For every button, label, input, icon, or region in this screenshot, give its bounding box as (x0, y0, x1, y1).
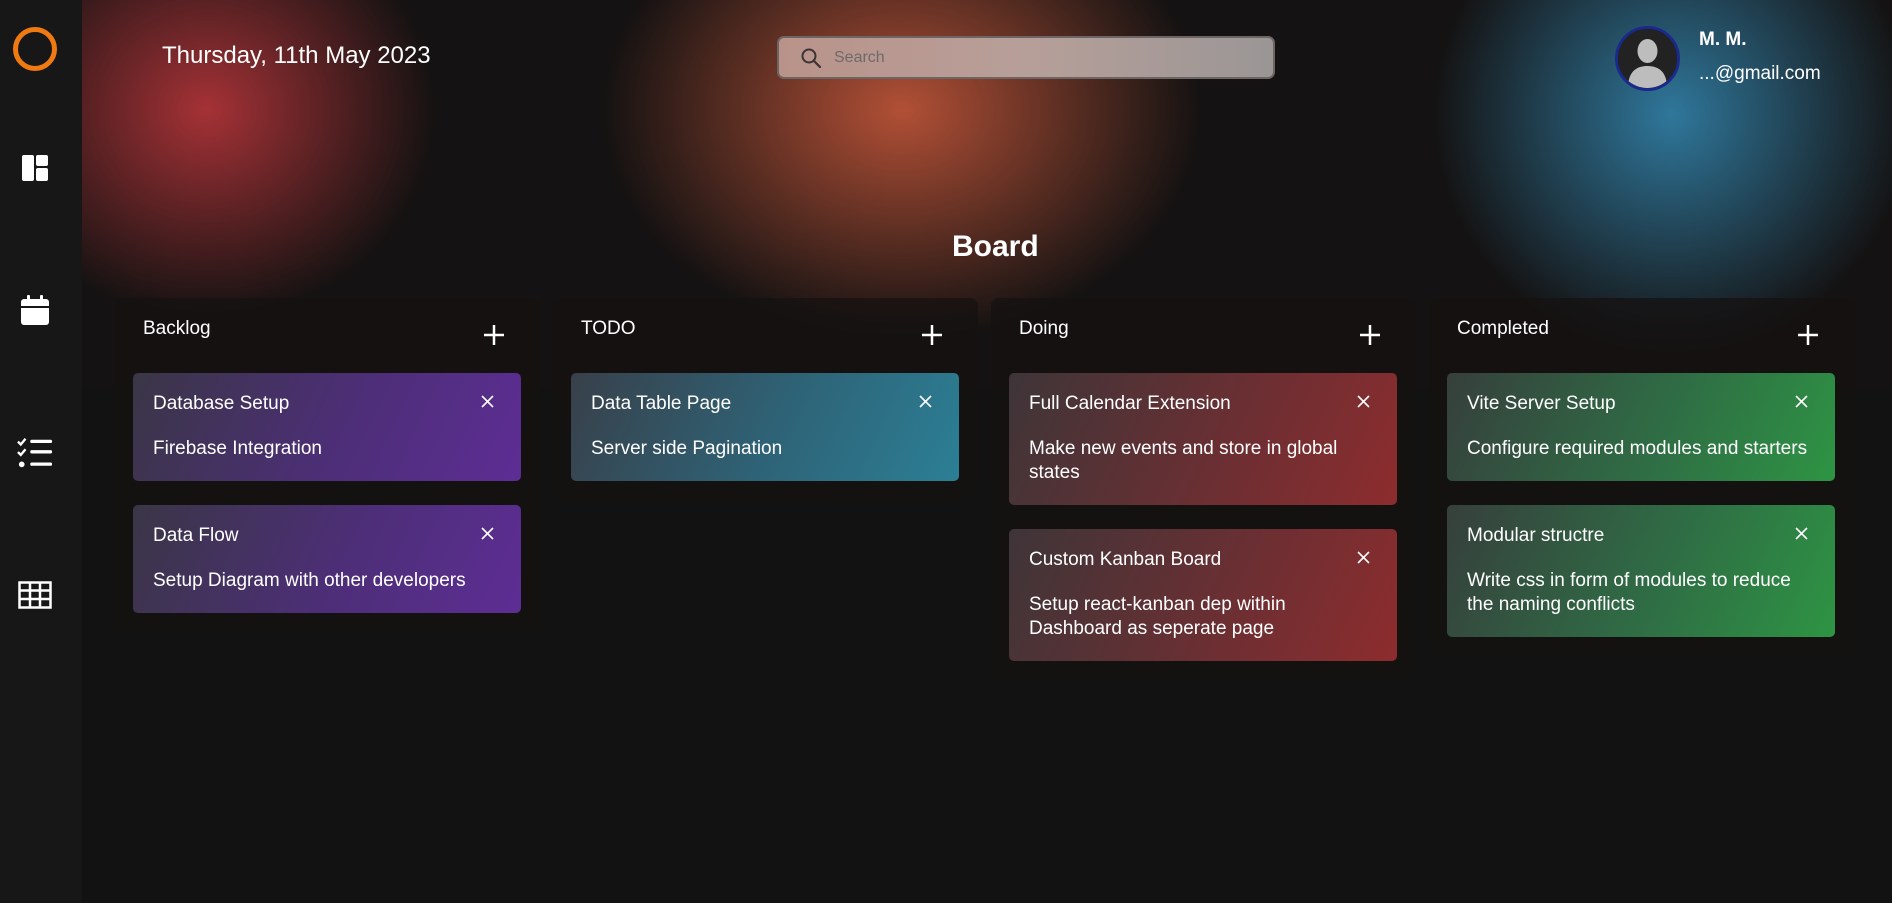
card-description: Setup react-kanban dep within Dashboard … (1029, 594, 1286, 639)
add-card-button[interactable] (1355, 320, 1385, 350)
column-backlog: Backlog Database Setup Firebase Integrat… (115, 298, 540, 631)
add-card-button[interactable] (1793, 320, 1823, 350)
card-title: Data Table Page (591, 393, 732, 414)
dashboard-icon[interactable] (17, 150, 53, 186)
kanban-card[interactable]: Database Setup Firebase Integration (133, 373, 521, 481)
kanban-card[interactable]: Custom Kanban Board Setup react-kanban d… (1009, 529, 1397, 661)
search-input[interactable] (834, 48, 1254, 67)
kanban-card[interactable]: Full Calendar Extension Make new events … (1009, 373, 1397, 505)
user-email: ...@gmail.com (1699, 63, 1821, 84)
card-title: Modular structre (1467, 525, 1605, 546)
sidebar (0, 0, 82, 903)
column-completed: Completed Vite Server Setup Configure re… (1429, 298, 1854, 655)
search-icon (800, 47, 822, 69)
plus-icon (1360, 325, 1380, 345)
plus-icon (922, 325, 942, 345)
add-card-button[interactable] (917, 320, 947, 350)
page-title: Board (952, 230, 1039, 263)
column-todo: TODO Data Table Page Server side Paginat… (553, 298, 978, 499)
column-title: Doing (1019, 318, 1069, 339)
card-description: Make new events and store in global stat… (1029, 438, 1338, 483)
table-grid-icon[interactable] (17, 577, 53, 613)
card-description: Firebase Integration (153, 438, 322, 459)
logo-ring-icon[interactable] (13, 27, 57, 71)
column-title: TODO (581, 318, 636, 339)
card-title: Database Setup (153, 393, 290, 414)
card-description: Server side Pagination (591, 438, 783, 459)
close-icon[interactable] (917, 393, 933, 409)
column-doing: Doing Full Calendar Extension Make new e… (991, 298, 1416, 679)
kanban-card[interactable]: Data Flow Setup Diagram with other devel… (133, 505, 521, 613)
card-title: Vite Server Setup (1467, 393, 1616, 414)
current-date: Thursday, 11th May 2023 (162, 42, 431, 69)
column-title: Backlog (143, 318, 211, 339)
column-title: Completed (1457, 318, 1549, 339)
card-description: Configure required modules and starters (1467, 438, 1808, 459)
close-icon[interactable] (479, 525, 495, 541)
checklist-icon[interactable] (17, 435, 53, 471)
kanban-card[interactable]: Modular structre Write css in form of mo… (1447, 505, 1835, 637)
close-icon[interactable] (1355, 549, 1371, 565)
search-bar[interactable] (777, 36, 1275, 79)
close-icon[interactable] (1793, 393, 1809, 409)
plus-icon (1798, 325, 1818, 345)
card-description: Write css in form of modules to reduce t… (1467, 570, 1791, 615)
close-icon[interactable] (479, 393, 495, 409)
kanban-card[interactable]: Data Table Page Server side Pagination (571, 373, 959, 481)
card-title: Full Calendar Extension (1029, 393, 1231, 414)
card-description: Setup Diagram with other developers (153, 570, 466, 591)
avatar[interactable] (1615, 26, 1680, 91)
kanban-card[interactable]: Vite Server Setup Configure required mod… (1447, 373, 1835, 481)
user-name: M. M. (1699, 29, 1747, 50)
card-title: Data Flow (153, 525, 239, 546)
calendar-icon[interactable] (17, 292, 53, 328)
card-title: Custom Kanban Board (1029, 549, 1222, 570)
plus-icon (484, 325, 504, 345)
add-card-button[interactable] (479, 320, 509, 350)
close-icon[interactable] (1355, 393, 1371, 409)
close-icon[interactable] (1793, 525, 1809, 541)
